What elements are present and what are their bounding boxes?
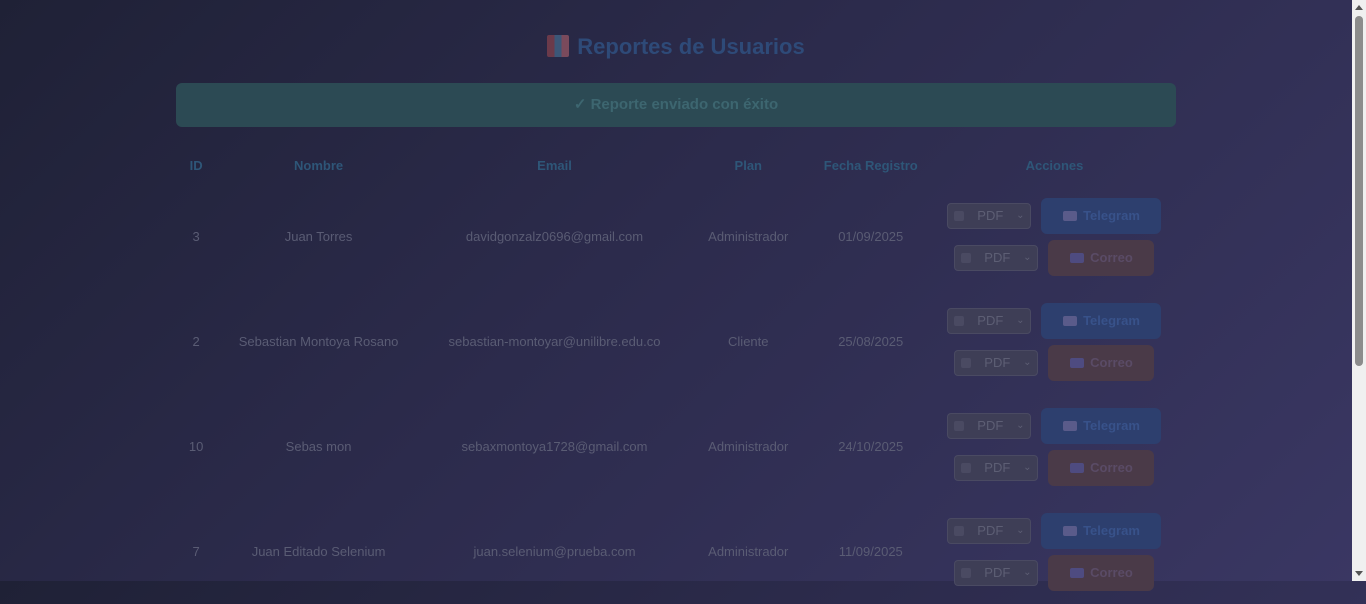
cell-actions: PDF ⌄ Telegram PDF ⌄ Correo (933, 184, 1176, 289)
cell-date: 01/09/2025 (838, 229, 904, 244)
format-select-mail[interactable]: PDF ⌄ (954, 244, 1039, 271)
cell-actions: PDF ⌄ Telegram PDF ⌄ Correo (933, 289, 1176, 394)
table-row: 10 Sebas mon sebaxmontoya1728@gmail.com … (176, 394, 1176, 499)
cell-plan: Administrador (708, 439, 789, 454)
cell-date: 24/10/2025 (838, 439, 904, 454)
table-row: 2 Sebastian Montoya Rosano sebastian-mon… (176, 289, 1176, 394)
mail-icon (1070, 567, 1085, 578)
chevron-down-icon: ⌄ (1023, 357, 1032, 368)
telegram-action-row: PDF ⌄ Telegram (934, 197, 1175, 234)
users-table: ID Nombre Email Plan Fecha Registro Acci… (176, 146, 1176, 604)
cell-id: 7 (192, 544, 200, 559)
cell-name: Juan Editado Selenium (251, 544, 386, 559)
format-select-telegram[interactable]: PDF ⌄ (947, 517, 1032, 544)
cell-name: Sebastian Montoya Rosano (238, 334, 399, 349)
chevron-down-icon: ⌄ (1016, 315, 1025, 326)
chevron-down-icon: ⌄ (1023, 252, 1032, 263)
telegram-button[interactable]: Telegram (1041, 512, 1162, 549)
mail-button[interactable]: Correo (1048, 344, 1155, 381)
telegram-icon (1063, 525, 1078, 536)
file-icon (954, 315, 965, 326)
file-icon (961, 357, 972, 368)
header-name: Nombre (294, 157, 344, 173)
file-icon (954, 525, 965, 536)
cell-email: sebastian-montoyar@unilibre.edu.co (448, 334, 661, 349)
header-plan: Plan (734, 157, 762, 173)
cell-email: juan.selenium@prueba.com (473, 544, 636, 559)
telegram-button[interactable]: Telegram (1041, 302, 1162, 339)
mail-action-row: PDF ⌄ Correo (934, 344, 1175, 381)
format-select-telegram[interactable]: PDF ⌄ (947, 412, 1032, 439)
mail-button[interactable]: Correo (1048, 239, 1155, 276)
cell-email: sebaxmontoya1728@gmail.com (461, 439, 648, 454)
format-select-mail[interactable]: PDF ⌄ (954, 454, 1039, 481)
file-icon (961, 462, 972, 473)
scroll-up-arrow-icon[interactable] (1355, 5, 1363, 10)
format-select-telegram[interactable]: PDF ⌄ (947, 202, 1032, 229)
telegram-icon (1063, 420, 1078, 431)
chevron-down-icon: ⌄ (1016, 210, 1025, 221)
cell-plan: Administrador (708, 544, 789, 559)
page-title-text: Reportes de Usuarios (577, 34, 805, 59)
header-actions: Acciones (1025, 157, 1084, 173)
scroll-down-arrow-icon[interactable] (1355, 571, 1363, 576)
cell-id: 2 (192, 334, 200, 349)
format-select-telegram[interactable]: PDF ⌄ (947, 307, 1032, 334)
format-select-mail[interactable]: PDF ⌄ (954, 349, 1039, 376)
mail-icon (1070, 252, 1085, 263)
telegram-button[interactable]: Telegram (1041, 197, 1162, 234)
telegram-action-row: PDF ⌄ Telegram (934, 302, 1175, 339)
cell-date: 25/08/2025 (838, 334, 904, 349)
cell-plan: Administrador (708, 229, 789, 244)
header-date: Fecha Registro (823, 157, 918, 173)
cell-actions: PDF ⌄ Telegram PDF ⌄ Correo (933, 394, 1176, 499)
cell-email: davidgonzalz0696@gmail.com (465, 229, 644, 244)
cell-id: 10 (188, 439, 204, 454)
reports-page: Reportes de Usuarios ✓ Reporte enviado c… (0, 0, 1352, 591)
mail-icon (1070, 462, 1085, 473)
format-select-mail[interactable]: PDF ⌄ (954, 559, 1039, 586)
file-icon (961, 252, 972, 263)
header-id: ID (189, 157, 203, 173)
page-title: Reportes de Usuarios (0, 34, 1352, 60)
mail-icon (1070, 357, 1085, 368)
mail-button[interactable]: Correo (1048, 554, 1155, 591)
table-header-row: ID Nombre Email Plan Fecha Registro Acci… (176, 146, 1176, 184)
telegram-icon (1063, 210, 1078, 221)
file-icon (954, 420, 965, 431)
telegram-button[interactable]: Telegram (1041, 407, 1162, 444)
success-alert: ✓ Reporte enviado con éxito (176, 83, 1176, 127)
cell-plan: Cliente (728, 334, 769, 349)
cell-name: Sebas mon (285, 439, 352, 454)
cell-id: 3 (192, 229, 200, 244)
bar-chart-icon (547, 35, 570, 57)
file-icon (954, 210, 965, 221)
table-row: 3 Juan Torres davidgonzalz0696@gmail.com… (176, 184, 1176, 289)
mail-action-row: PDF ⌄ Correo (934, 449, 1175, 486)
mail-button[interactable]: Correo (1048, 449, 1155, 486)
chevron-down-icon: ⌄ (1016, 420, 1025, 431)
telegram-icon (1063, 315, 1078, 326)
chevron-down-icon: ⌄ (1016, 525, 1025, 536)
telegram-action-row: PDF ⌄ Telegram (934, 407, 1175, 444)
scrollbar-thumb[interactable] (1355, 16, 1363, 366)
cell-name: Juan Torres (284, 229, 353, 244)
chevron-down-icon: ⌄ (1023, 462, 1032, 473)
mail-action-row: PDF ⌄ Correo (934, 554, 1175, 591)
vertical-scrollbar[interactable] (1352, 0, 1366, 581)
file-icon (961, 567, 972, 578)
telegram-action-row: PDF ⌄ Telegram (934, 512, 1175, 549)
header-email: Email (537, 157, 572, 173)
cell-date: 11/09/2025 (838, 544, 903, 559)
mail-action-row: PDF ⌄ Correo (934, 239, 1175, 276)
cell-actions: PDF ⌄ Telegram PDF ⌄ Correo (933, 499, 1176, 604)
chevron-down-icon: ⌄ (1023, 567, 1032, 578)
table-row: 7 Juan Editado Selenium juan.selenium@pr… (176, 499, 1176, 604)
